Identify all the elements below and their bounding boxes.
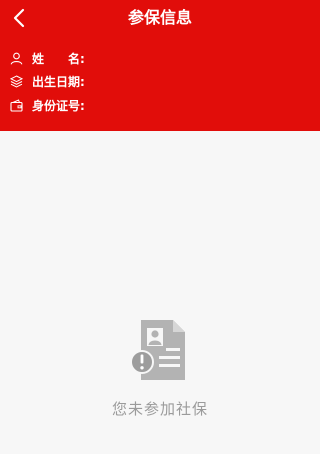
name-row: 姓 名: — [10, 49, 310, 67]
wallet-icon — [10, 98, 23, 112]
empty-state: 您未参加社保 — [0, 318, 320, 419]
birth-row: 出生日期: — [10, 72, 310, 90]
id-label: 身份证号: — [32, 98, 85, 113]
layers-icon — [10, 74, 23, 88]
nav-bar: 参保信息 — [0, 0, 320, 36]
page-title: 参保信息 — [127, 8, 192, 27]
empty-message: 您未参加社保 — [111, 400, 208, 418]
name-label-part2: 名: — [68, 51, 85, 66]
header: 参保信息 姓 名: 出生日期: 身份证号: — [0, 0, 320, 131]
document-warning-icon — [129, 318, 191, 384]
birth-label: 出生日期: — [32, 74, 85, 89]
user-icon — [10, 52, 23, 65]
name-label: 姓 名: — [32, 50, 85, 67]
id-row: 身份证号: — [10, 96, 310, 114]
name-label-part1: 姓 — [32, 51, 45, 66]
